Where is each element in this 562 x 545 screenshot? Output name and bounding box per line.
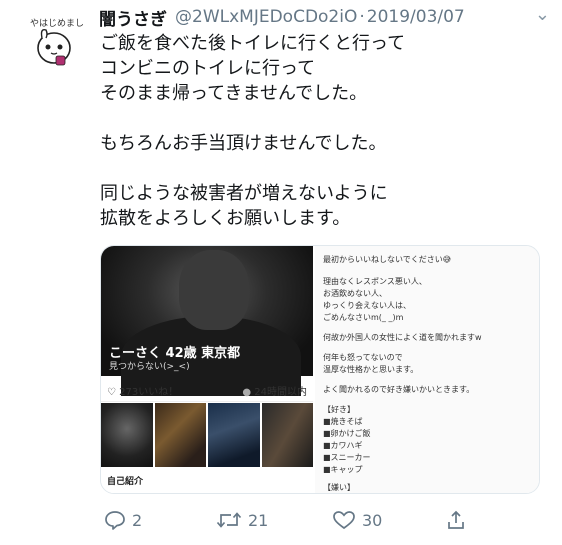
tweet-actions: 2 21 30	[100, 510, 540, 536]
reply-count: 2	[132, 510, 143, 530]
reply-button[interactable]: 2	[104, 510, 142, 530]
tweet-line: 拡散をよろしくお願いします。	[100, 208, 351, 229]
like-button[interactable]: 30	[332, 510, 382, 530]
desc-line: 何年も怒ってないので	[323, 353, 403, 362]
tweet-line: 同じような被害者が増えないように	[100, 183, 388, 204]
tweet-line: もちろんお手当頂けませんでした。	[100, 133, 387, 154]
thumbnail	[261, 403, 313, 467]
heart-icon	[333, 511, 355, 530]
profile-photo: こーさく 42歳 東京都 見つからない(>_<)	[101, 246, 313, 396]
avatar-character-icon	[37, 28, 71, 66]
thumbnail	[154, 403, 206, 467]
desc-line: ごめんなさいm(_ _)m	[323, 313, 404, 322]
desc-line: 最初からいいねしないでください😅	[323, 255, 452, 264]
profile-likes-text: 273いいね！	[119, 387, 179, 398]
share-icon	[448, 510, 464, 529]
retweet-icon	[216, 512, 242, 528]
retweet-button[interactable]: 21	[216, 510, 268, 530]
tweet-header: 闇うさぎ @2WLxMJEDoCDo2iO · 2019/03/07 ⌄	[99, 4, 550, 30]
status-dot-icon: ●	[242, 387, 252, 398]
tweet-line: コンビニのトイレに行って	[100, 58, 316, 79]
user-handle[interactable]: @2WLxMJEDoCDo2iO	[175, 7, 357, 27]
avatar[interactable]: やはじめまし	[24, 6, 84, 66]
tweet-line: そのまま帰ってきませんでした。	[100, 83, 368, 104]
desc-line: 【嫌い】	[323, 483, 355, 492]
desc-line: 理由なくレスポンス悪い人、	[323, 277, 427, 286]
profile-like-bar: ♡ 273いいね！ ● 24時間以内	[101, 377, 313, 402]
display-name[interactable]: 闇うさぎ	[99, 5, 167, 30]
chevron-down-icon[interactable]: ⌄	[535, 4, 550, 25]
retweet-count: 21	[248, 510, 269, 530]
tweet-line: ご飯を食べた後トイレに行くと行って	[100, 33, 406, 54]
tweet-text: ご飯を食べた後トイレに行くと行って コンビニのトイレに行って そのまま帰ってきま…	[100, 31, 540, 231]
desc-line: ■キャップ	[323, 465, 363, 474]
desc-line: ■焼きそば	[323, 417, 363, 426]
desc-line: 【好き】	[323, 405, 355, 414]
desc-line: ■卵かけご飯	[323, 429, 371, 438]
desc-line: お酒飲めない人、	[323, 289, 387, 298]
thumbnail	[208, 403, 260, 467]
tweet-media-image[interactable]: こーさく 42歳 東京都 見つからない(>_<) ♡ 273いいね！ ● 24時…	[100, 245, 540, 494]
desc-line: ■カワハギ	[323, 441, 363, 450]
profile-subtitle: 見つからない(>_<)	[109, 362, 190, 372]
profile-description-panel: 最初からいいねしないでください😅 理由なくレスポンス悪い人、 お酒飲めない人、 …	[315, 246, 539, 493]
profile-likes: ♡ 273いいね！	[107, 387, 179, 398]
desc-line: 何故か外国人の女性によく道を聞かれますw	[323, 333, 482, 342]
like-count: 30	[362, 510, 383, 530]
thumbnail	[101, 403, 153, 467]
separator-dot: ·	[359, 7, 365, 27]
self-intro-label: 自己紹介	[107, 477, 144, 487]
desc-line: ■スニーカー	[323, 453, 371, 462]
profile-online-text: 24時間以内	[254, 387, 307, 398]
desc-line: ゆっくり会えない人は、	[323, 301, 411, 310]
desc-line: よく聞かれるので好き嫌いかいときます。	[323, 385, 475, 394]
share-button[interactable]	[446, 510, 472, 530]
profile-online: ● 24時間以内	[242, 383, 307, 398]
photo-thumbnails	[101, 403, 313, 467]
desc-line: 温厚な性格かと思います。	[323, 365, 419, 374]
tweet-date[interactable]: 2019/03/07	[367, 7, 465, 27]
reply-icon	[105, 511, 125, 530]
profile-panel: こーさく 42歳 東京都 見つからない(>_<) ♡ 273いいね！ ● 24時…	[101, 246, 313, 493]
